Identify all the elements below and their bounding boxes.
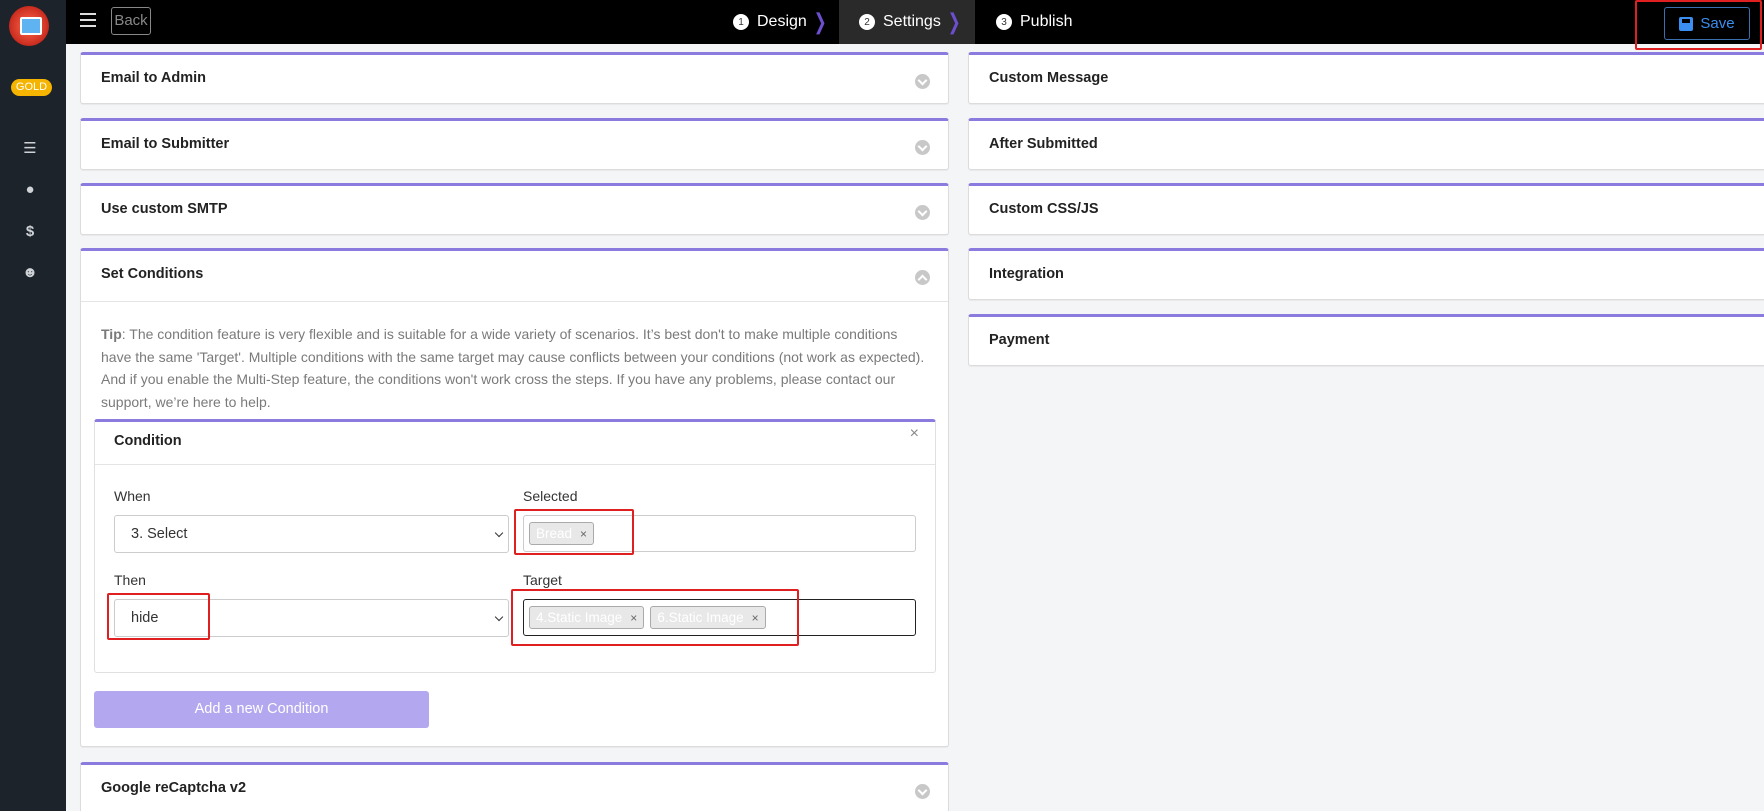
panel-title: Payment xyxy=(989,332,1050,348)
panel-payment[interactable]: Payment xyxy=(968,314,1764,366)
chevron-down-icon[interactable] xyxy=(915,140,930,155)
step-settings[interactable]: 2 Settings ❯ xyxy=(839,0,975,44)
panel-set-conditions: Set Conditions Tip: The condition featur… xyxy=(80,248,949,747)
panel-title: After Submitted xyxy=(989,136,1098,152)
condition-title: Condition xyxy=(114,433,182,449)
step-number: 1 xyxy=(733,14,749,30)
chevron-up-icon[interactable] xyxy=(915,270,930,285)
remove-tag-icon[interactable]: × xyxy=(580,527,587,541)
step-number: 2 xyxy=(859,14,875,30)
tip-label: Tip xyxy=(101,326,122,342)
step-design[interactable]: 1 Design ❯ xyxy=(733,0,829,44)
panel-title: Custom Message xyxy=(989,70,1109,86)
chevron-down-icon xyxy=(494,612,504,622)
app-logo[interactable] xyxy=(9,6,49,46)
selected-tag: Bread × xyxy=(529,522,595,545)
panel-email-admin[interactable]: Email to Admin xyxy=(80,52,949,104)
panel-email-submitter[interactable]: Email to Submitter xyxy=(80,118,949,170)
panel-title: Custom CSS/JS xyxy=(989,201,1099,217)
step-publish[interactable]: 3 Publish xyxy=(996,0,1072,44)
gold-badge: GOLD xyxy=(11,79,52,96)
save-label: Save xyxy=(1700,15,1735,32)
remove-tag-icon[interactable]: × xyxy=(630,611,637,625)
target-label: Target xyxy=(523,572,562,588)
panel-custom-smtp[interactable]: Use custom SMTP xyxy=(80,183,949,235)
sidebar: GOLD ☰ ● $ ☻ xyxy=(0,0,66,811)
when-value: 3. Select xyxy=(131,526,188,542)
step-label: Design xyxy=(757,13,807,30)
panel-title: Use custom SMTP xyxy=(101,201,228,217)
tag-label: Bread xyxy=(536,526,573,541)
tip-body: : The condition feature is very flexible… xyxy=(101,326,925,410)
tag-label: 6.Static Image xyxy=(657,610,744,625)
smiley-icon[interactable]: ☻ xyxy=(22,265,38,281)
divider xyxy=(95,464,935,465)
then-select[interactable]: hide xyxy=(114,599,509,637)
then-value: hide xyxy=(131,610,159,626)
list-icon[interactable]: ☰ xyxy=(22,141,38,157)
tag-label: 4.Static Image xyxy=(536,610,623,625)
target-multiselect[interactable]: 4.Static Image × 6.Static Image × xyxy=(523,599,916,636)
when-label: When xyxy=(114,488,151,504)
panel-after-submitted[interactable]: After Submitted xyxy=(968,118,1764,170)
step-number: 3 xyxy=(996,14,1012,30)
panel-title[interactable]: Set Conditions xyxy=(101,266,203,282)
chevron-down-icon xyxy=(494,528,504,538)
condition-card: Condition × When 3. Select Selected Brea… xyxy=(94,419,936,673)
selected-label: Selected xyxy=(523,488,578,504)
chevron-down-icon[interactable] xyxy=(915,205,930,220)
dollar-icon[interactable]: $ xyxy=(22,224,38,240)
save-button[interactable]: Save xyxy=(1664,7,1750,40)
chevron-right-icon: ❯ xyxy=(813,9,827,34)
panel-recaptcha[interactable]: Google reCaptcha v2 xyxy=(80,762,949,811)
panel-integration[interactable]: Integration xyxy=(968,248,1764,300)
panel-custom-css-js[interactable]: Custom CSS/JS xyxy=(968,183,1764,235)
back-button[interactable]: Back xyxy=(111,7,151,35)
then-label: Then xyxy=(114,572,146,588)
add-condition-button[interactable]: Add a new Condition xyxy=(94,691,429,728)
target-tag: 6.Static Image × xyxy=(650,606,766,629)
when-select[interactable]: 3. Select xyxy=(114,515,509,553)
chevron-down-icon[interactable] xyxy=(915,74,930,89)
remove-tag-icon[interactable]: × xyxy=(752,611,759,625)
panel-title: Email to Submitter xyxy=(101,136,230,152)
user-icon[interactable]: ● xyxy=(22,182,38,198)
panel-title: Google reCaptcha v2 xyxy=(101,780,247,796)
close-icon[interactable]: × xyxy=(910,425,919,443)
panel-custom-message[interactable]: Custom Message xyxy=(968,52,1764,104)
step-label: Publish xyxy=(1020,13,1073,30)
chevron-down-icon[interactable] xyxy=(915,784,930,799)
selected-multiselect[interactable]: Bread × xyxy=(523,515,916,552)
menu-icon[interactable] xyxy=(80,13,96,29)
floppy-disk-icon xyxy=(1679,16,1694,31)
chevron-right-icon: ❯ xyxy=(947,9,961,34)
divider xyxy=(81,301,948,302)
panel-title: Integration xyxy=(989,266,1064,282)
step-label: Settings xyxy=(883,13,941,30)
panel-title: Email to Admin xyxy=(101,70,206,86)
tip-text: Tip: The condition feature is very flexi… xyxy=(101,323,931,413)
target-tag: 4.Static Image × xyxy=(529,606,645,629)
